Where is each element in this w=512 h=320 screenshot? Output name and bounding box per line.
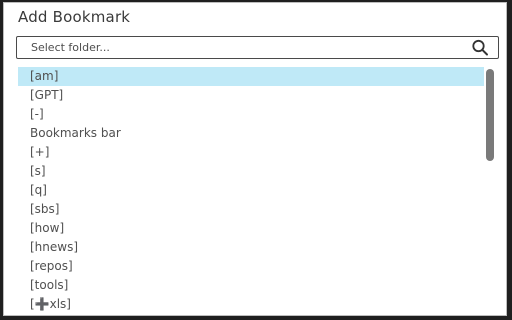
- folder-list-scrollbar[interactable]: [486, 67, 494, 315]
- folder-item-q[interactable]: [q]: [18, 181, 484, 200]
- folder-item-am[interactable]: [am]: [18, 67, 484, 86]
- folder-item-hnews[interactable]: [hnews]: [18, 238, 484, 257]
- folder-search-box[interactable]: [16, 36, 499, 59]
- folder-list: [am] [GPT] [-] Bookmarks bar [+] [s] [q]…: [18, 67, 484, 315]
- folder-item-plus[interactable]: [+]: [18, 143, 484, 162]
- folder-item-tools[interactable]: [tools]: [18, 276, 484, 295]
- scrollbar-thumb[interactable]: [486, 69, 494, 161]
- folder-item-dash[interactable]: [-]: [18, 105, 484, 124]
- folder-item-bookmarks-bar[interactable]: Bookmarks bar: [18, 124, 484, 143]
- search-icon[interactable]: [471, 39, 489, 56]
- folder-item-xls[interactable]: [➕xls]: [18, 295, 484, 314]
- dialog-title: Add Bookmark: [18, 8, 131, 26]
- folder-item-s[interactable]: [s]: [18, 162, 484, 181]
- folder-search-input[interactable]: [17, 37, 471, 57]
- folder-item-sbs[interactable]: [sbs]: [18, 200, 484, 219]
- folder-item-how[interactable]: [how]: [18, 219, 484, 238]
- add-bookmark-dialog: Add Bookmark [am] [GPT] [-] Bookmarks ba…: [3, 2, 507, 316]
- folder-item-repos[interactable]: [repos]: [18, 257, 484, 276]
- folder-item-gpt[interactable]: [GPT]: [18, 86, 484, 105]
